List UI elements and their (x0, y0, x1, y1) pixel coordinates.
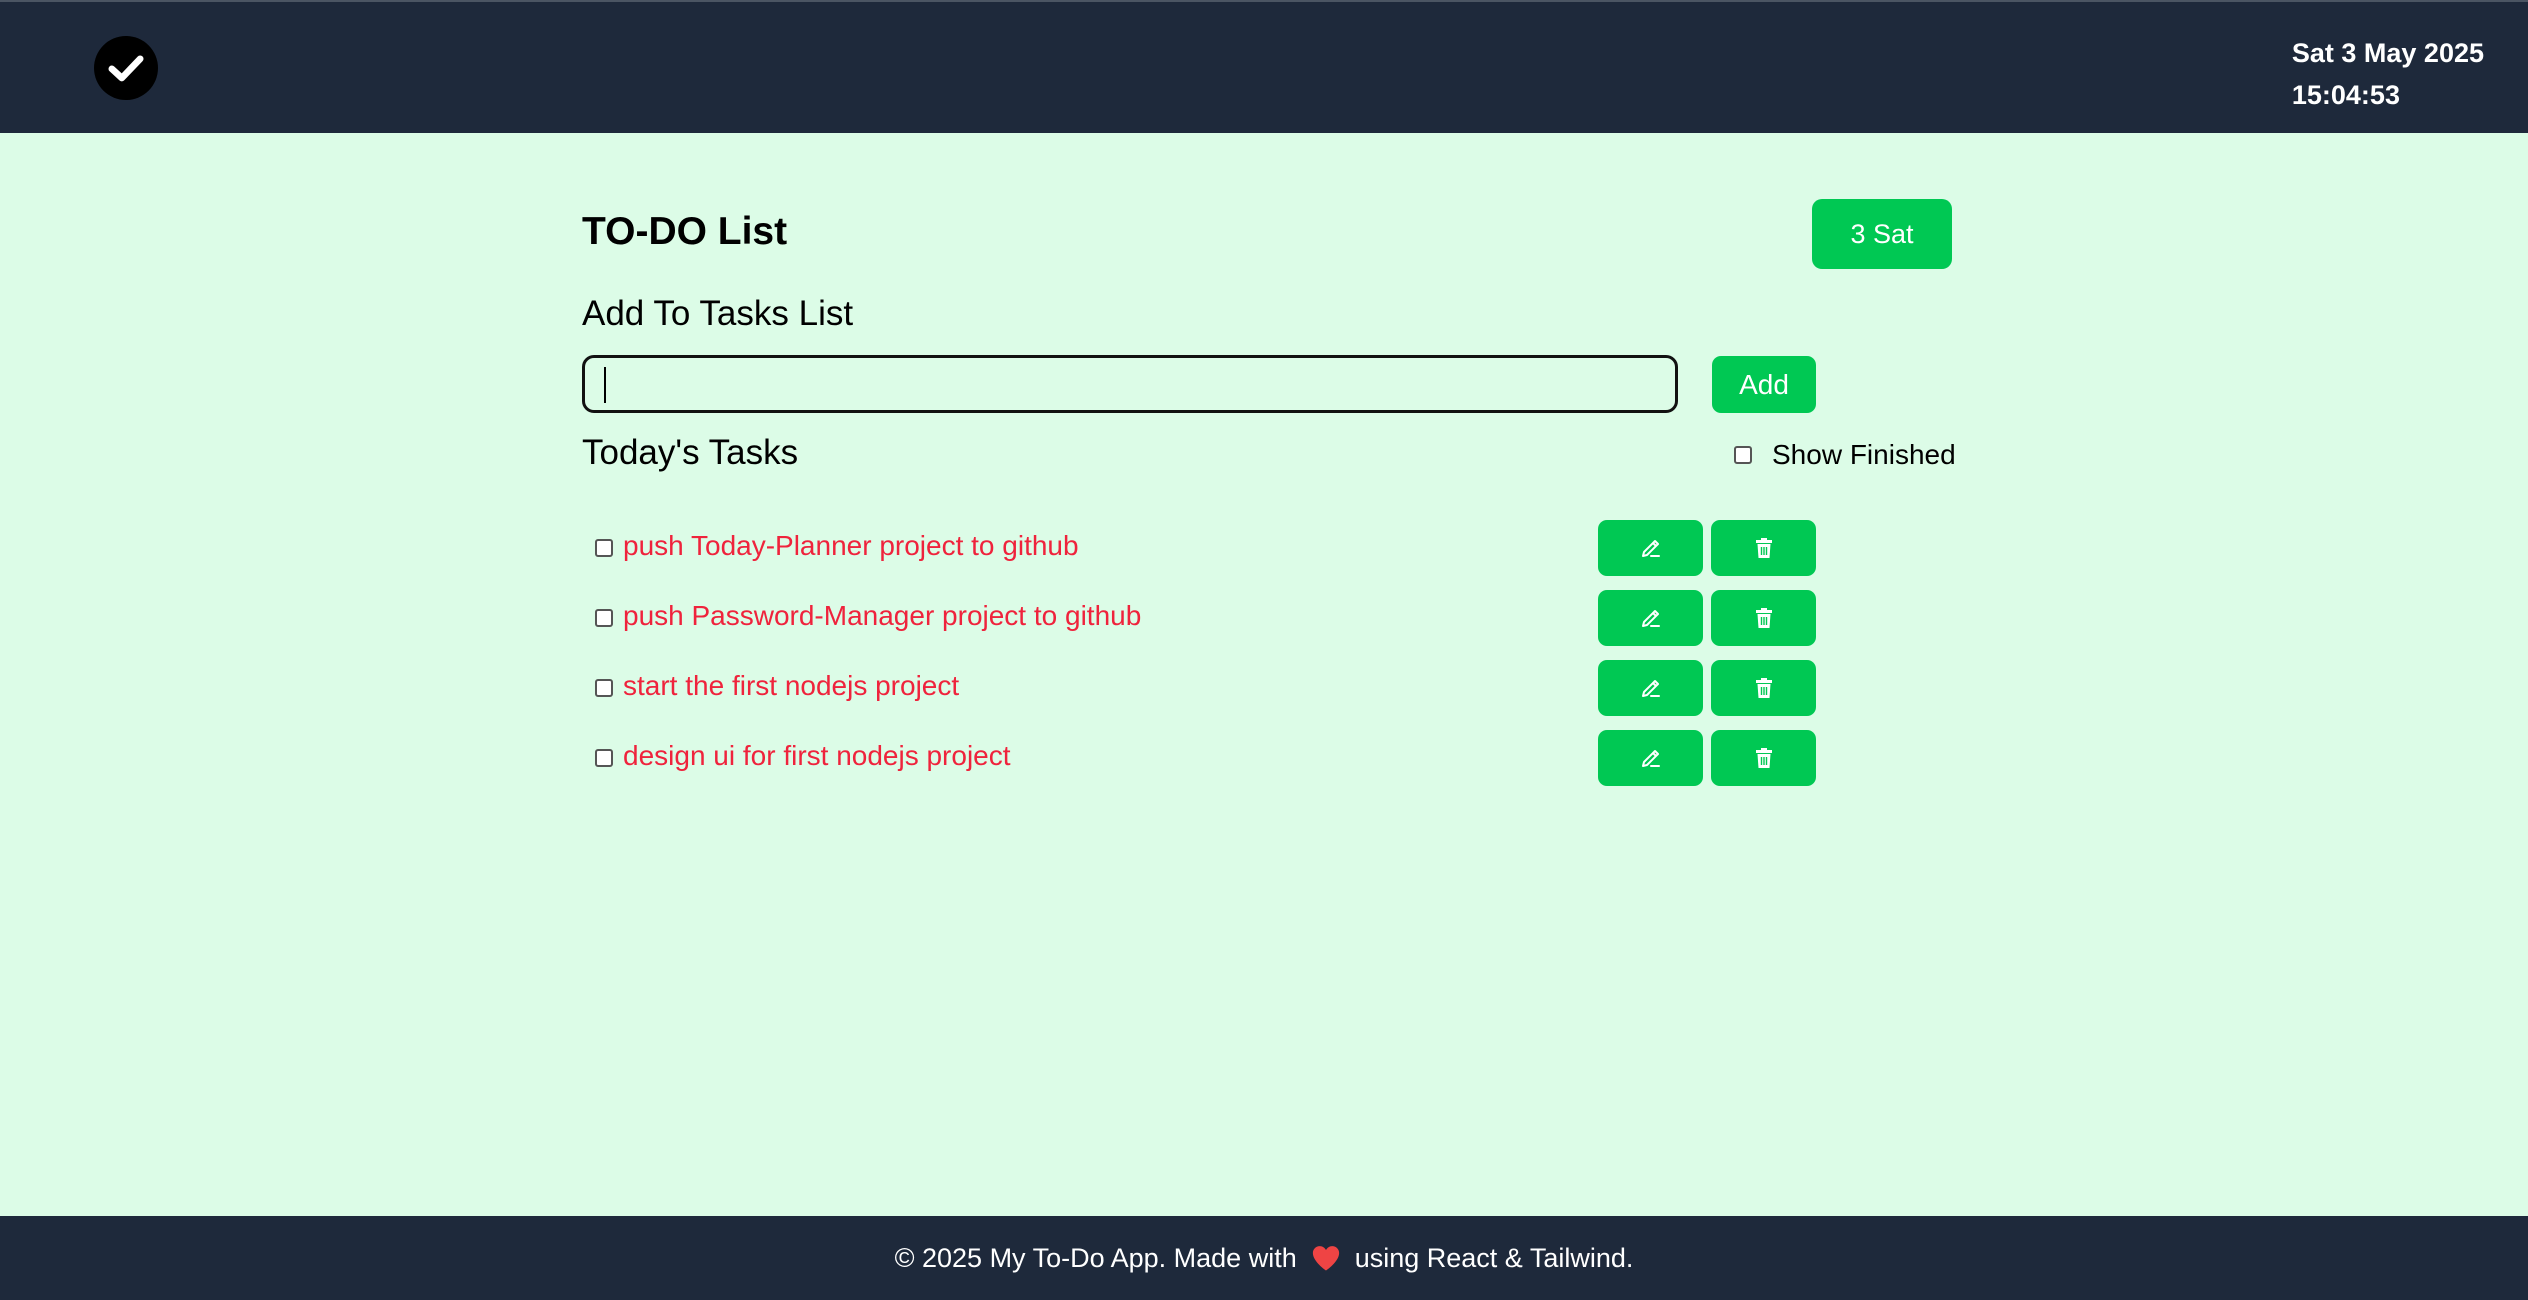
edit-task-button[interactable] (1598, 660, 1703, 716)
header-clock: Sat 3 May 2025 15:04:53 (2292, 32, 2484, 116)
task-row: push Password-Manager project to github (582, 590, 1816, 646)
app-header: Sat 3 May 2025 15:04:53 (0, 0, 2528, 133)
text-caret (604, 367, 606, 403)
delete-task-button[interactable] (1711, 590, 1816, 646)
task-text: push Password-Manager project to github (623, 600, 1142, 631)
footer-text-before: © 2025 My To-Do App. Made with (894, 1242, 1297, 1273)
show-finished-toggle[interactable]: Show Finished (1734, 439, 1956, 471)
app-footer: © 2025 My To-Do App. Made with using Rea… (0, 1216, 2528, 1300)
delete-task-button[interactable] (1711, 520, 1816, 576)
edit-task-button[interactable] (1598, 590, 1703, 646)
task-checkbox[interactable] (595, 609, 613, 627)
trash-icon (1755, 678, 1772, 698)
task-text: design ui for first nodejs project (623, 740, 1011, 771)
edit-task-button[interactable] (1598, 730, 1703, 786)
task-row: start the first nodejs project (582, 660, 1816, 716)
edit-icon (1641, 680, 1660, 697)
edit-icon (1641, 750, 1660, 767)
trash-icon (1755, 748, 1772, 768)
task-input[interactable] (582, 355, 1678, 413)
task-checkbox[interactable] (595, 749, 613, 767)
header-time: 15:04:53 (2291, 80, 2400, 110)
checkmark-circle-icon (94, 36, 158, 100)
trash-icon (1755, 538, 1772, 558)
task-text: push Today-Planner project to github (623, 530, 1079, 561)
page-title: TO-DO List (582, 210, 788, 253)
delete-task-button[interactable] (1711, 660, 1816, 716)
trash-icon (1755, 608, 1772, 628)
task-text: start the first nodejs project (623, 670, 960, 701)
add-tasks-heading: Add To Tasks List (582, 294, 854, 333)
day-button[interactable]: 3 Sat (1812, 199, 1952, 269)
show-finished-checkbox[interactable] (1734, 446, 1752, 464)
edit-icon (1641, 540, 1660, 557)
checkmark-glyph (108, 55, 144, 82)
show-finished-label: Show Finished (1772, 439, 1956, 470)
add-task-button[interactable]: Add (1712, 356, 1816, 413)
todays-tasks-heading: Today's Tasks (582, 433, 799, 472)
task-checkbox[interactable] (595, 679, 613, 697)
footer-text-after: using React & Tailwind. (1354, 1242, 1634, 1273)
edit-task-button[interactable] (1598, 520, 1703, 576)
task-row: design ui for first nodejs project (582, 730, 1816, 786)
edit-icon (1641, 610, 1660, 627)
header-date: Sat 3 May 2025 (2291, 38, 2484, 68)
task-row: push Today-Planner project to github (582, 520, 1816, 576)
task-checkbox[interactable] (595, 539, 613, 557)
heart-icon (1312, 1246, 1339, 1271)
delete-task-button[interactable] (1711, 730, 1816, 786)
